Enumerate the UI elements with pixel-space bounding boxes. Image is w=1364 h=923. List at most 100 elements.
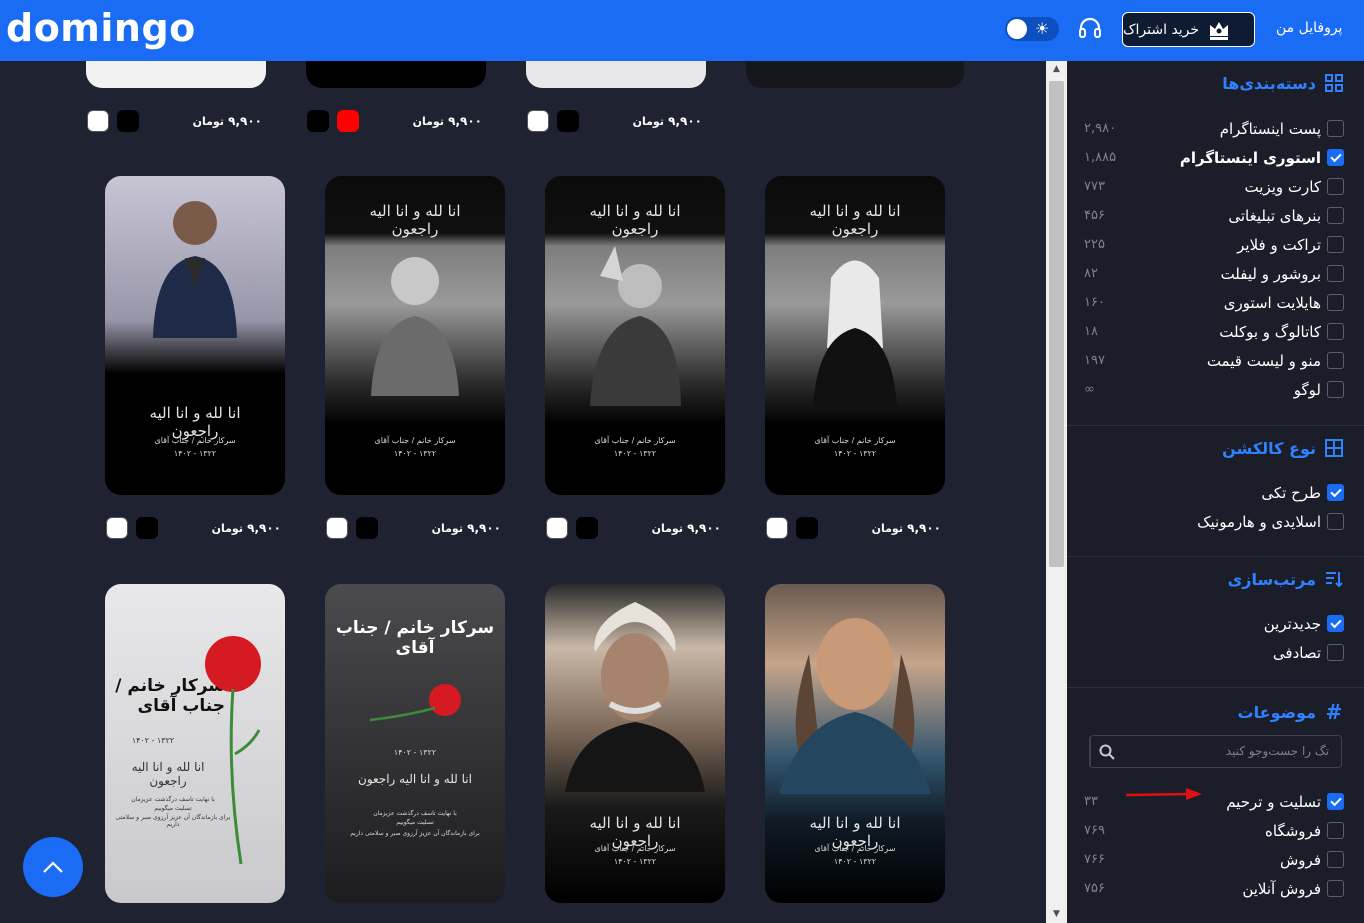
checkbox[interactable]	[1327, 822, 1344, 839]
chevron-up-icon	[43, 861, 63, 873]
subscribe-button[interactable]: خرید اشتراک	[1122, 12, 1255, 47]
checkbox[interactable]	[1327, 793, 1344, 810]
checkbox[interactable]	[1327, 352, 1344, 369]
sort-item[interactable]: تصادفی	[1084, 638, 1344, 667]
color-swatch-black[interactable]	[117, 110, 139, 132]
template-card[interactable]: سرکار خانم / جناب آقای ۱۴۰۲ - ۱۳۲۲ انا ل…	[105, 584, 285, 903]
scroll-down-arrow-icon[interactable]: ▼	[1046, 906, 1067, 923]
color-swatch-black[interactable]	[557, 110, 579, 132]
color-swatch-white[interactable]	[766, 517, 788, 539]
checkbox[interactable]	[1327, 120, 1344, 137]
category-item[interactable]: پست اینستاگرام ۲,۹۸۰	[1084, 114, 1344, 143]
checkbox[interactable]	[1327, 149, 1344, 166]
search-icon	[1099, 744, 1115, 760]
category-item[interactable]: استوری اینستاگرام ۱,۸۸۵	[1084, 143, 1344, 172]
color-swatch-white[interactable]	[527, 110, 549, 132]
hash-icon: #	[1325, 700, 1343, 724]
checkbox[interactable]	[1327, 880, 1344, 897]
card-top-2[interactable]	[306, 61, 486, 88]
price-row: ۹,۹۰۰ تومان	[307, 110, 482, 136]
portrait-image	[153, 201, 237, 338]
search-button[interactable]	[1090, 736, 1122, 767]
checkbox[interactable]	[1327, 513, 1344, 530]
scroll-thumb[interactable]	[1049, 81, 1064, 567]
message-line: با نهایت تاسف درگذشت عزیزمان	[131, 796, 215, 803]
profile-link[interactable]: پروفایل من	[1276, 20, 1342, 36]
sort-item[interactable]: جدیدترین	[1084, 609, 1344, 638]
deceased-name: سرکار خانم / جناب آقای	[594, 844, 676, 853]
color-swatch-white[interactable]	[546, 517, 568, 539]
color-swatch-black[interactable]	[307, 110, 329, 132]
scroll-up-arrow-icon[interactable]: ▲	[1046, 61, 1067, 78]
category-item[interactable]: لوگو ∞	[1084, 375, 1344, 404]
checkbox[interactable]	[1327, 484, 1344, 501]
template-card[interactable]: انا لله و انا الیه راجعون سرکار خانم / ج…	[105, 176, 285, 495]
template-grid: ۹,۹۰۰ تومان ۹,۹۰۰ تومان ۹,۹۰۰ تومان انا …	[0, 61, 1046, 923]
years: ۱۴۰۲ - ۱۳۲۲	[613, 857, 657, 866]
topics-title: # موضوعات	[1237, 700, 1343, 724]
template-card[interactable]: انا لله و انا الیه راجعون سرکار خانم / ج…	[545, 176, 725, 495]
portrait-image	[590, 246, 681, 406]
checkbox[interactable]	[1327, 851, 1344, 868]
headset-icon[interactable]	[1078, 16, 1102, 42]
portrait-image	[565, 602, 705, 792]
category-item[interactable]: کاتالوگ و بوکلت ۱۸	[1084, 317, 1344, 346]
card-top-3[interactable]	[526, 61, 706, 88]
card-top-4[interactable]	[746, 61, 964, 88]
color-swatch-white[interactable]	[326, 517, 348, 539]
price: ۹,۹۰۰ تومان	[412, 114, 482, 128]
tag-search-input[interactable]: تگ را جست‌وجو کنید	[1089, 735, 1342, 768]
template-card[interactable]: انا لله و انا الیه راجعون سرکار خانم / ج…	[325, 176, 505, 495]
topic-item[interactable]: تسلیت و ترحیم ۳۳	[1084, 787, 1344, 816]
category-item[interactable]: بروشور و لیفلت ۸۲	[1084, 259, 1344, 288]
checkbox[interactable]	[1327, 381, 1344, 398]
sort-icon	[1326, 572, 1343, 588]
price-row: ۹,۹۰۰ تومان	[766, 517, 941, 543]
price: ۹,۹۰۰ تومان	[211, 521, 281, 535]
checkbox[interactable]	[1327, 323, 1344, 340]
color-swatch-black[interactable]	[356, 517, 378, 539]
theme-toggle[interactable]: ☀	[1005, 17, 1059, 41]
category-item[interactable]: کارت ویزیت ۷۷۳	[1084, 172, 1344, 201]
years: ۱۴۰۲ - ۱۳۲۲	[393, 748, 437, 757]
years: ۱۴۰۲ - ۱۳۲۲	[613, 449, 657, 458]
category-item[interactable]: تراکت و فلایر ۲۲۵	[1084, 230, 1344, 259]
logo[interactable]: domingo	[6, 6, 196, 50]
color-swatch-black[interactable]	[796, 517, 818, 539]
back-to-top-button[interactable]	[23, 837, 83, 897]
color-swatch-white[interactable]	[106, 517, 128, 539]
category-item[interactable]: بنرهای تبلیغاتی ۴۵۶	[1084, 201, 1344, 230]
card-top-1[interactable]	[86, 61, 266, 88]
checkbox[interactable]	[1327, 236, 1344, 253]
collection-item[interactable]: طرح تکی	[1084, 478, 1344, 507]
categories-section: دسته‌بندی‌ها پست اینستاگرام ۲,۹۸۰ استوری …	[1067, 61, 1364, 426]
checkbox[interactable]	[1327, 265, 1344, 282]
checkbox[interactable]	[1327, 207, 1344, 224]
portrait-image	[371, 257, 459, 396]
topic-item[interactable]: فروشگاه ۷۶۹	[1084, 816, 1344, 845]
topic-item[interactable]: فروش آنلاین ۷۵۶	[1084, 874, 1344, 903]
color-swatch-red[interactable]	[337, 110, 359, 132]
collection-item[interactable]: اسلایدی و هارمونیک	[1084, 507, 1344, 536]
template-card[interactable]: انا لله و انا الیه راجعون سرکار خانم / ج…	[765, 584, 945, 903]
color-swatch-black[interactable]	[576, 517, 598, 539]
carnation-image	[369, 684, 461, 722]
category-item[interactable]: هایلایت استوری ۱۶۰	[1084, 288, 1344, 317]
template-card[interactable]: انا لله و انا الیه راجعون سرکار خانم / ج…	[545, 584, 725, 903]
message-line: تسلیت میگوییم	[396, 819, 434, 826]
layout-icon	[1325, 439, 1343, 457]
topic-item[interactable]: فروش ۷۶۶	[1084, 845, 1344, 874]
content-scrollbar[interactable]: ▲ ▼	[1046, 61, 1067, 923]
template-card[interactable]: سرکار خانم / جناب آقای ۱۴۰۲ - ۱۳۲۲ انا ل…	[325, 584, 505, 903]
deceased-name: سرکار خانم / جناب آقای	[814, 844, 896, 853]
color-swatch-white[interactable]	[87, 110, 109, 132]
category-item[interactable]: منو و لیست قیمت ۱۹۷	[1084, 346, 1344, 375]
card-heading: سرکار خانم / جناب آقای	[335, 618, 495, 658]
checkbox[interactable]	[1327, 294, 1344, 311]
checkbox[interactable]	[1327, 178, 1344, 195]
checkbox[interactable]	[1327, 615, 1344, 632]
color-swatch-black[interactable]	[136, 517, 158, 539]
checkbox[interactable]	[1327, 644, 1344, 661]
template-card[interactable]: انا لله و انا الیه راجعون سرکار خانم / ج…	[765, 176, 945, 495]
filter-sidebar: دسته‌بندی‌ها پست اینستاگرام ۲,۹۸۰ استوری …	[1067, 61, 1364, 923]
